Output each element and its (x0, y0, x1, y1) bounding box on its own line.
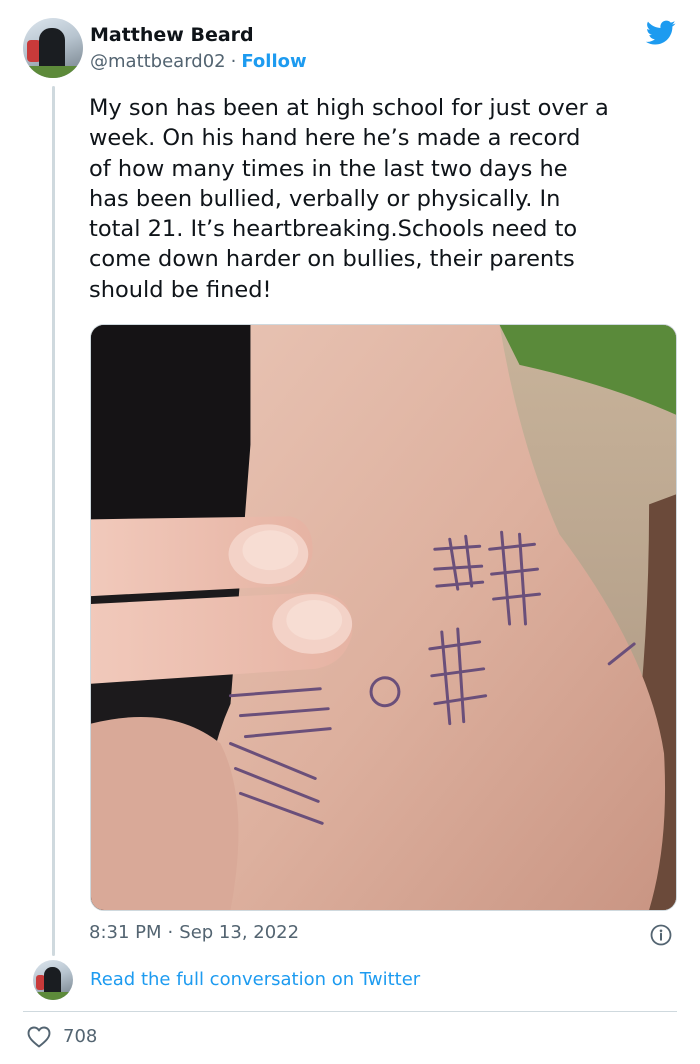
twitter-bird-icon[interactable] (646, 20, 676, 46)
author-name[interactable]: Matthew Beard (90, 24, 254, 46)
tweet-time: 8:31 PM (89, 922, 162, 943)
like-count: 708 (63, 1026, 98, 1047)
tweet-timestamp[interactable]: 8:31 PM · Sep 13, 2022 (89, 922, 299, 943)
thread-line (52, 86, 55, 956)
read-conversation-link[interactable]: Read the full conversation on Twitter (90, 969, 420, 990)
author-handle-row: @mattbeard02 · Follow (90, 51, 307, 72)
heart-icon[interactable] (27, 1026, 51, 1048)
footer-divider (23, 1011, 677, 1012)
author-avatar-small[interactable] (33, 960, 73, 1000)
tweet-date: Sep 13, 2022 (179, 922, 300, 943)
info-icon[interactable] (650, 924, 672, 946)
tweet-embed-card: Matthew Beard @mattbeard02 · Follow My son… (0, 0, 700, 1064)
tweet-text: My son has been at high school for just … (89, 95, 609, 303)
hand-photo-illustration (91, 325, 676, 910)
follow-button[interactable]: Follow (241, 51, 306, 72)
tweet-photo[interactable] (90, 324, 677, 911)
date-separator: · (167, 922, 174, 943)
author-avatar[interactable] (23, 18, 83, 78)
handle-separator: · (230, 51, 237, 72)
author-handle[interactable]: @mattbeard02 (90, 51, 226, 72)
